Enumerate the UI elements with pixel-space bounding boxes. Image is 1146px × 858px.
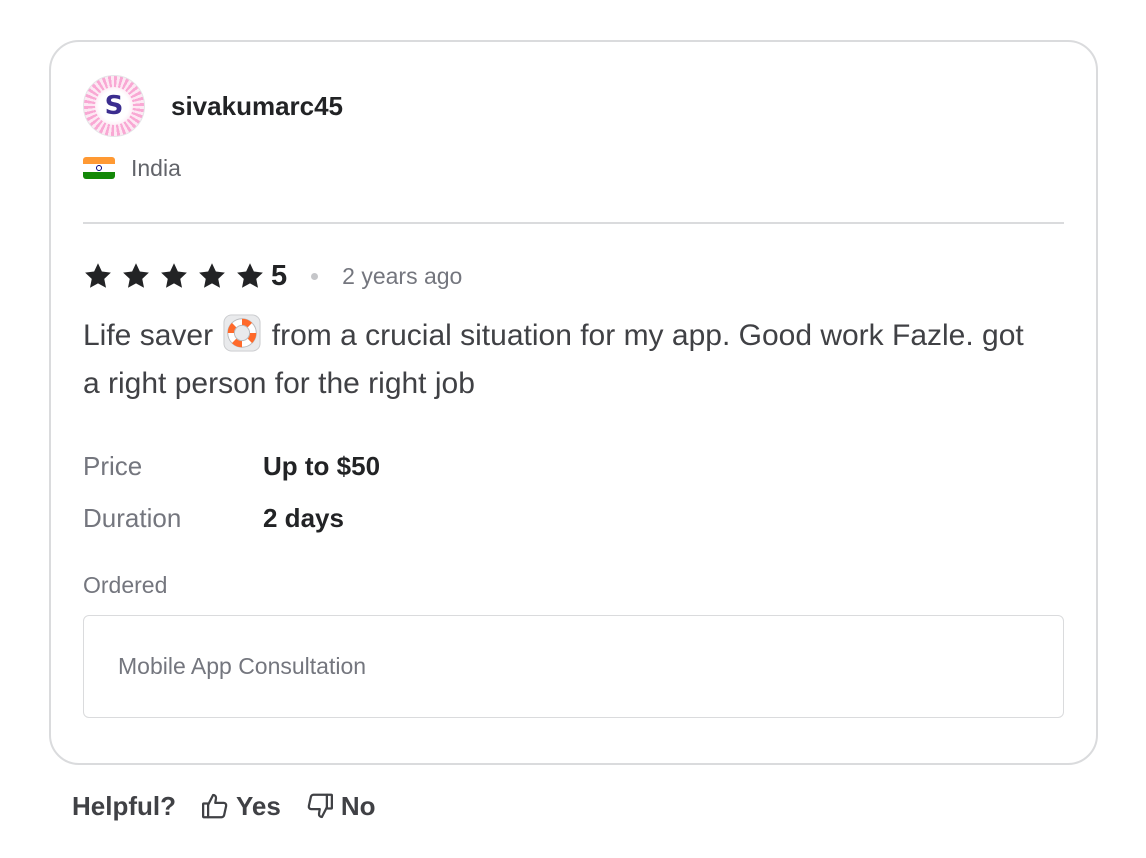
star-icon <box>235 261 265 291</box>
india-flag-icon <box>83 157 115 179</box>
ordered-item: Mobile App Consultation <box>118 653 367 679</box>
helpful-yes-button[interactable]: Yes <box>200 791 281 822</box>
country-row: India <box>83 150 1064 186</box>
review-card: S sivakumarc45 India 5 2 years ago Life … <box>49 40 1098 765</box>
star-icon <box>197 261 227 291</box>
username[interactable]: sivakumarc45 <box>171 91 343 122</box>
thumbs-up-icon <box>200 791 236 821</box>
thumbs-down-icon <box>305 791 341 821</box>
lifebuoy-icon <box>223 314 261 352</box>
avatar[interactable]: S <box>83 75 145 137</box>
rating-value: 5 <box>271 259 288 292</box>
helpful-yes-label: Yes <box>236 790 281 821</box>
duration-label: Duration <box>83 502 182 533</box>
helpful-label: Helpful? <box>72 790 176 821</box>
star-icon <box>83 261 113 291</box>
price-row: Price Up to $50 <box>83 440 380 492</box>
helpful-bar: Helpful? Yes No <box>72 786 400 826</box>
review-time: 2 years ago <box>342 262 463 289</box>
star-rating <box>83 261 273 291</box>
user-row: S sivakumarc45 <box>83 74 1064 138</box>
ordered-item-box[interactable]: Mobile App Consultation <box>83 615 1064 718</box>
divider <box>83 222 1064 224</box>
duration-value: 2 days <box>263 502 344 533</box>
avatar-letter: S <box>95 87 133 125</box>
helpful-no-button[interactable]: No <box>305 791 376 822</box>
reviewer-info: S sivakumarc45 India <box>83 74 1064 186</box>
ordered-label: Ordered <box>83 572 168 598</box>
rating-row: 5 2 years ago <box>83 256 462 296</box>
star-icon <box>159 261 189 291</box>
review-text-part1: Life saver <box>83 319 214 352</box>
separator-dot <box>311 272 319 280</box>
order-details: Price Up to $50 Duration 2 days <box>83 440 380 544</box>
helpful-no-label: No <box>340 790 376 821</box>
duration-row: Duration 2 days <box>83 492 380 544</box>
country-name: India <box>131 154 181 181</box>
price-label: Price <box>83 450 143 481</box>
price-value: Up to $50 <box>263 450 381 481</box>
star-icon <box>121 261 151 291</box>
review-text: Life saver from a crucial situation for … <box>83 312 1046 408</box>
